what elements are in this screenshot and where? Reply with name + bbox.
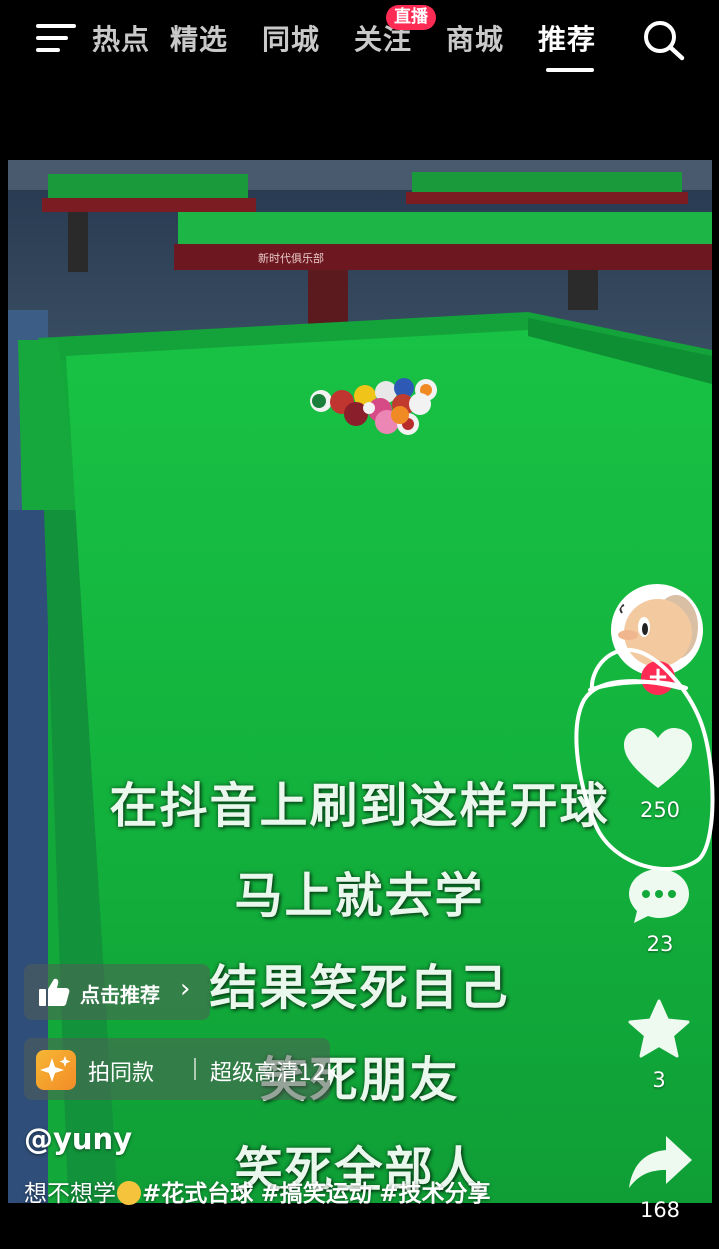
tab-mall[interactable]: 商城 — [446, 18, 504, 58]
thumbs-up-icon — [39, 978, 70, 1006]
share-count: 168 — [639, 1198, 681, 1222]
tab-featured[interactable]: 精选 — [170, 18, 228, 58]
table-brand-text: 新时代俱乐部 — [258, 251, 324, 265]
post-description: 想不想学 #花式台球 #搞笑运动 #技术分享 — [24, 1176, 524, 1212]
tab-nearby[interactable]: 同城 — [262, 18, 320, 58]
sparkle-icon — [36, 1050, 76, 1090]
hashtag-link[interactable]: #技术分享 — [379, 1181, 490, 1207]
hashtag-link[interactable]: #花式台球 — [142, 1181, 253, 1207]
effect-divider — [194, 1058, 196, 1080]
annotation-circle — [574, 648, 715, 871]
share-arrow-icon[interactable] — [626, 1132, 694, 1190]
author-username[interactable]: @yuny — [24, 1122, 132, 1156]
favorite-count: 3 — [652, 1068, 666, 1092]
search-icon[interactable] — [640, 18, 688, 62]
live-badge[interactable]: 直播 — [386, 5, 436, 30]
effect-chip[interactable]: 拍同款 超级高清12K — [24, 1038, 340, 1100]
description-text: 想不想学 — [24, 1181, 116, 1207]
recommend-label: 点击推荐 — [80, 983, 160, 1007]
top-nav: 热点 精选 同城 关注 直播 商城 推荐 — [0, 0, 719, 80]
tab-recommend[interactable]: 推荐 — [538, 18, 596, 58]
effect-label: 拍同款 — [88, 1061, 155, 1086]
effect-quality-label: 超级高清12K — [210, 1061, 341, 1086]
active-tab-indicator — [546, 68, 594, 72]
chevron-right-icon: › — [180, 974, 191, 1004]
menu-icon[interactable] — [34, 20, 78, 56]
hashtag-link[interactable]: #搞笑运动 — [261, 1181, 372, 1207]
comment-count: 23 — [646, 932, 674, 956]
tab-hot[interactable]: 热点 — [92, 18, 150, 58]
grimace-emoji-icon — [117, 1181, 141, 1205]
recommend-chip[interactable]: 点击推荐 › — [24, 964, 210, 1020]
favorite-star-icon[interactable] — [625, 998, 693, 1062]
